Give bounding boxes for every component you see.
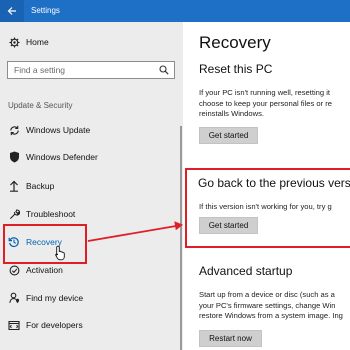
search-input[interactable] bbox=[8, 62, 156, 78]
shield-icon bbox=[8, 149, 20, 165]
title-bar: Settings bbox=[0, 0, 350, 22]
advanced-description-line: your PC's firmware settings, change Win bbox=[199, 300, 336, 310]
page-title: Recovery bbox=[199, 33, 271, 52]
recovery-highlight-box bbox=[3, 224, 87, 264]
sidebar-item-find-my-device[interactable]: Find my device bbox=[0, 287, 183, 309]
reset-get-started-button[interactable]: Get started bbox=[199, 127, 258, 144]
go-back-heading: Go back to the previous versio bbox=[198, 176, 350, 190]
gear-icon bbox=[8, 34, 20, 50]
back-arrow-icon bbox=[7, 7, 16, 15]
reset-heading: Reset this PC bbox=[199, 62, 273, 76]
restart-now-button[interactable]: Restart now bbox=[199, 330, 262, 347]
sidebar-item-windows-update[interactable]: Windows Update bbox=[0, 119, 183, 141]
person-location-icon bbox=[8, 290, 20, 306]
sidebar-item-label: Find my device bbox=[26, 293, 84, 303]
sidebar-item-windows-defender[interactable]: Windows Defender bbox=[0, 146, 183, 168]
check-circle-icon bbox=[8, 262, 20, 278]
sidebar-item-label: Troubleshoot bbox=[26, 209, 76, 219]
sidebar-item-label: Windows Defender bbox=[26, 152, 98, 162]
reset-description-line: choose to keep your personal files or re bbox=[199, 98, 332, 108]
go-back-description: If this version isn't working for you, t… bbox=[199, 202, 332, 211]
sidebar-item-home[interactable]: Home bbox=[0, 31, 183, 53]
sidebar-item-label: For developers bbox=[26, 320, 83, 330]
hand-cursor-icon bbox=[55, 245, 65, 261]
reset-description-line: If your PC isn't running well, resetting… bbox=[199, 88, 331, 97]
advanced-description-line: restore Windows from a system image. Ing bbox=[199, 311, 343, 320]
go-back-get-started-button[interactable]: Get started bbox=[199, 217, 258, 234]
section-header: Update & Security bbox=[8, 101, 73, 110]
sync-icon bbox=[8, 122, 20, 138]
sidebar-item-label: Backup bbox=[26, 181, 55, 191]
scrollbar[interactable] bbox=[180, 126, 182, 350]
reset-description-line: reinstalls Windows. bbox=[199, 109, 264, 118]
sidebar-item-label: Windows Update bbox=[26, 125, 91, 135]
wrench-icon bbox=[8, 206, 20, 222]
advanced-description-line: Start up from a device or disc (such as … bbox=[199, 290, 335, 299]
sidebar-item-troubleshoot[interactable]: Troubleshoot bbox=[0, 203, 183, 225]
back-button[interactable] bbox=[0, 0, 24, 22]
developer-tools-icon bbox=[8, 317, 20, 333]
home-label: Home bbox=[26, 37, 49, 47]
sidebar-item-for-developers[interactable]: For developers bbox=[0, 314, 183, 336]
search-box[interactable] bbox=[7, 61, 175, 79]
sidebar-item-backup[interactable]: Backup bbox=[0, 175, 183, 197]
advanced-startup-heading: Advanced startup bbox=[199, 264, 293, 278]
window-title: Settings bbox=[31, 6, 60, 15]
search-icon[interactable] bbox=[159, 65, 169, 75]
backup-arrow-icon bbox=[8, 178, 20, 194]
